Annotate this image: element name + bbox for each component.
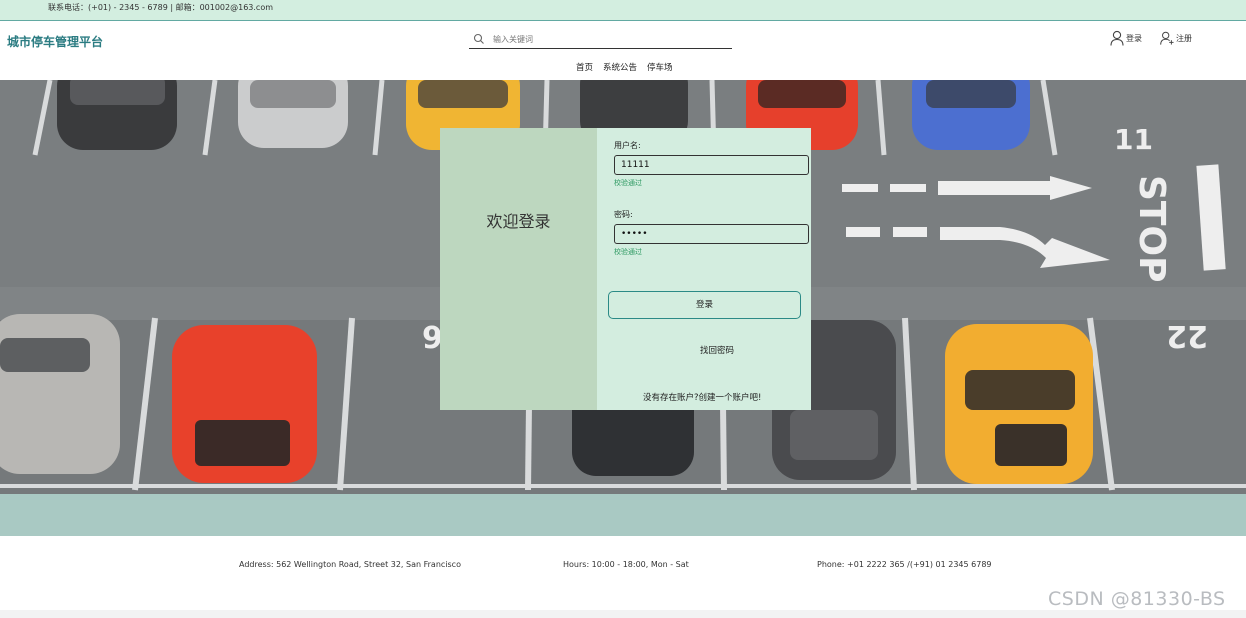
username-field[interactable] bbox=[614, 155, 809, 175]
user-icon bbox=[1110, 30, 1124, 46]
road-number-11: 11 bbox=[1114, 123, 1153, 156]
login-welcome-side: 欢迎登录 bbox=[440, 128, 597, 410]
username-label: 用户名: bbox=[614, 141, 641, 150]
decorative-band bbox=[0, 494, 1246, 536]
nav-item-announcements[interactable]: 系统公告 bbox=[603, 61, 637, 73]
login-panel: 欢迎登录 用户名: 校验通过 密码: 校验通过 登录 找回密码 没有存在账户?创… bbox=[440, 128, 811, 410]
search-icon[interactable] bbox=[473, 33, 485, 45]
forgot-password-link[interactable]: 找回密码 bbox=[700, 344, 734, 356]
contact-text: 联系电话：(+01) - 2345 - 6789 | 邮箱：001002@163… bbox=[48, 3, 274, 12]
search-input[interactable] bbox=[493, 32, 723, 46]
road-stop-marking: STOP bbox=[1131, 175, 1172, 282]
register-link-label: 注册 bbox=[1176, 33, 1192, 43]
create-account-link[interactable]: 没有存在账户?创建一个账户吧! bbox=[643, 391, 761, 403]
login-submit-button[interactable]: 登录 bbox=[608, 291, 801, 319]
footer-hours: Hours: 10:00 - 18:00, Mon - Sat bbox=[563, 560, 689, 569]
user-add-icon bbox=[1160, 31, 1174, 45]
password-label: 密码: bbox=[614, 210, 633, 219]
password-validation-text: 校验通过 bbox=[614, 248, 642, 256]
footer-phone: Phone: +01 2222 365 /(+91) 01 2345 6789 bbox=[817, 560, 992, 569]
welcome-heading: 欢迎登录 bbox=[486, 212, 551, 231]
nav-item-home[interactable]: 首页 bbox=[576, 61, 593, 73]
nav-item-parking-lots[interactable]: 停车场 bbox=[647, 61, 673, 73]
site-header: 城市停车管理平台 登录 注册 首页 系统公告 停车场 bbox=[0, 22, 1246, 80]
contact-bar: 联系电话：(+01) - 2345 - 6789 | 邮箱：001002@163… bbox=[0, 0, 1246, 21]
login-link[interactable]: 登录 bbox=[1110, 30, 1142, 46]
login-link-label: 登录 bbox=[1126, 33, 1142, 43]
username-validation-text: 校验通过 bbox=[614, 179, 642, 187]
password-field[interactable] bbox=[614, 224, 809, 244]
site-brand[interactable]: 城市停车管理平台 bbox=[7, 33, 103, 50]
register-link[interactable]: 注册 bbox=[1160, 30, 1192, 46]
road-number-22: 22 bbox=[1166, 318, 1208, 353]
footer-address: Address: 562 Wellington Road, Street 32,… bbox=[239, 560, 461, 569]
csdn-watermark: CSDN @81330-BS bbox=[1048, 588, 1226, 610]
footer-bottom-strip bbox=[0, 610, 1246, 618]
search-box bbox=[469, 30, 732, 49]
main-nav: 首页 系统公告 停车场 bbox=[576, 61, 673, 73]
